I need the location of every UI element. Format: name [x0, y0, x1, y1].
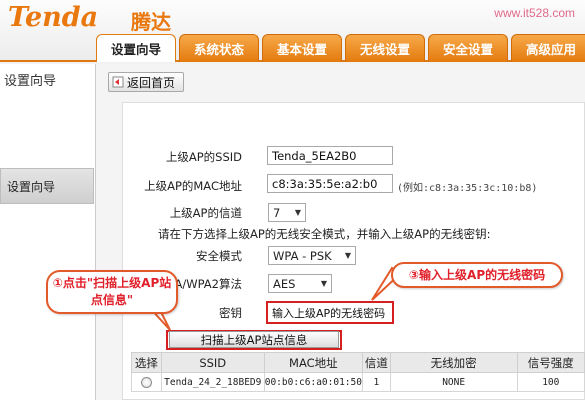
row-ssid: Tenda_24_2_18BED9 — [160, 372, 265, 392]
security-mode-value: WPA - PSK — [273, 248, 332, 263]
table-header-row: 选择 SSID MAC地址 信道 无线加密 信号强度 — [131, 352, 585, 373]
site-survey-table: 选择 SSID MAC地址 信道 无线加密 信号强度 Tenda_24_2_18… — [131, 352, 585, 392]
mac-label: 上级AP的MAC地址 — [144, 179, 242, 193]
tab-system-status[interactable]: 系统状态 — [179, 34, 259, 62]
radio-button[interactable] — [140, 376, 152, 388]
security-mode-label: 安全模式 — [196, 249, 242, 263]
row-mac: 00:b0:c6:a0:01:50 — [263, 372, 363, 392]
tab-setup-wizard[interactable]: 设置向导 — [96, 34, 176, 62]
channel-label: 上级AP的信道 — [169, 206, 242, 220]
security-note: 请在下方选择上级AP的无线安全模式，并输入上级AP的无线密钥: — [158, 227, 491, 241]
algorithm-value: AES — [273, 276, 296, 291]
back-home-label: 返回首页 — [127, 75, 176, 90]
key-field[interactable]: 输入上级AP的无线密码 — [268, 303, 392, 322]
tab-basic-settings[interactable]: 基本设置 — [262, 34, 342, 62]
mac-hint: (例如:c8:3a:35:3c:10:b8) — [397, 183, 538, 194]
ssid-label: 上级AP的SSID — [165, 150, 242, 164]
col-mac: MAC地址 — [263, 352, 363, 373]
col-ssid: SSID — [160, 352, 265, 373]
header: Tenda 腾达 www.it528.com 设置向导 系统状态 基本设置 无线… — [0, 0, 585, 62]
back-home-button[interactable]: 返回首页 — [108, 72, 185, 92]
scan-ap-button[interactable]: 扫描上级AP站点信息 — [169, 331, 339, 348]
tab-advanced[interactable]: 高级应用 — [511, 34, 585, 62]
callout-step1: ①点击"扫描上级AP站点信息" — [46, 270, 178, 314]
tab-wireless-settings[interactable]: 无线设置 — [345, 34, 425, 62]
callout-step3: ③输入上级AP的无线密码 — [391, 262, 563, 288]
row-channel: 1 — [361, 372, 391, 392]
main-tabs: 设置向导 系统状态 基本设置 无线设置 安全设置 高级应用 — [96, 34, 585, 62]
security-mode-select[interactable]: WPA - PSK ▼ — [268, 246, 356, 265]
mac-field[interactable]: c8:3a:35:5e:a2:b0 — [267, 174, 393, 193]
col-signal: 信号强度 — [516, 352, 585, 373]
channel-value: 7 — [273, 205, 281, 220]
key-label: 密钥 — [219, 306, 242, 320]
col-encryption: 无线加密 — [389, 352, 518, 373]
sidebar-title: 设置向导 — [4, 74, 57, 89]
row-encryption: NONE — [389, 372, 518, 392]
ssid-field[interactable]: Tenda_5EA2B0 — [267, 146, 393, 165]
table-row[interactable]: Tenda_24_2_18BED9 00:b0:c6:a0:01:50 1 NO… — [131, 372, 585, 392]
tenda-logo-cn: 腾达 — [131, 10, 171, 34]
sidebar-item-setup-wizard[interactable]: 设置向导 — [0, 168, 94, 204]
tenda-logo: Tenda — [8, 2, 99, 33]
chevron-down-icon: ▼ — [344, 251, 352, 260]
col-channel: 信道 — [361, 352, 391, 373]
back-home-icon — [112, 76, 124, 88]
col-select: 选择 — [131, 352, 162, 373]
algorithm-select[interactable]: AES ▼ — [268, 274, 332, 293]
sidebar: 设置向导 设置向导 — [0, 64, 96, 400]
chevron-down-icon: ▼ — [320, 279, 328, 288]
channel-select[interactable]: 7 ▼ — [268, 203, 306, 222]
watermark: www.it528.com — [494, 6, 575, 20]
tab-security-settings[interactable]: 安全设置 — [428, 34, 508, 62]
row-select-cell[interactable] — [131, 372, 162, 392]
chevron-down-icon: ▼ — [294, 208, 302, 217]
row-signal: 100 — [516, 372, 585, 392]
